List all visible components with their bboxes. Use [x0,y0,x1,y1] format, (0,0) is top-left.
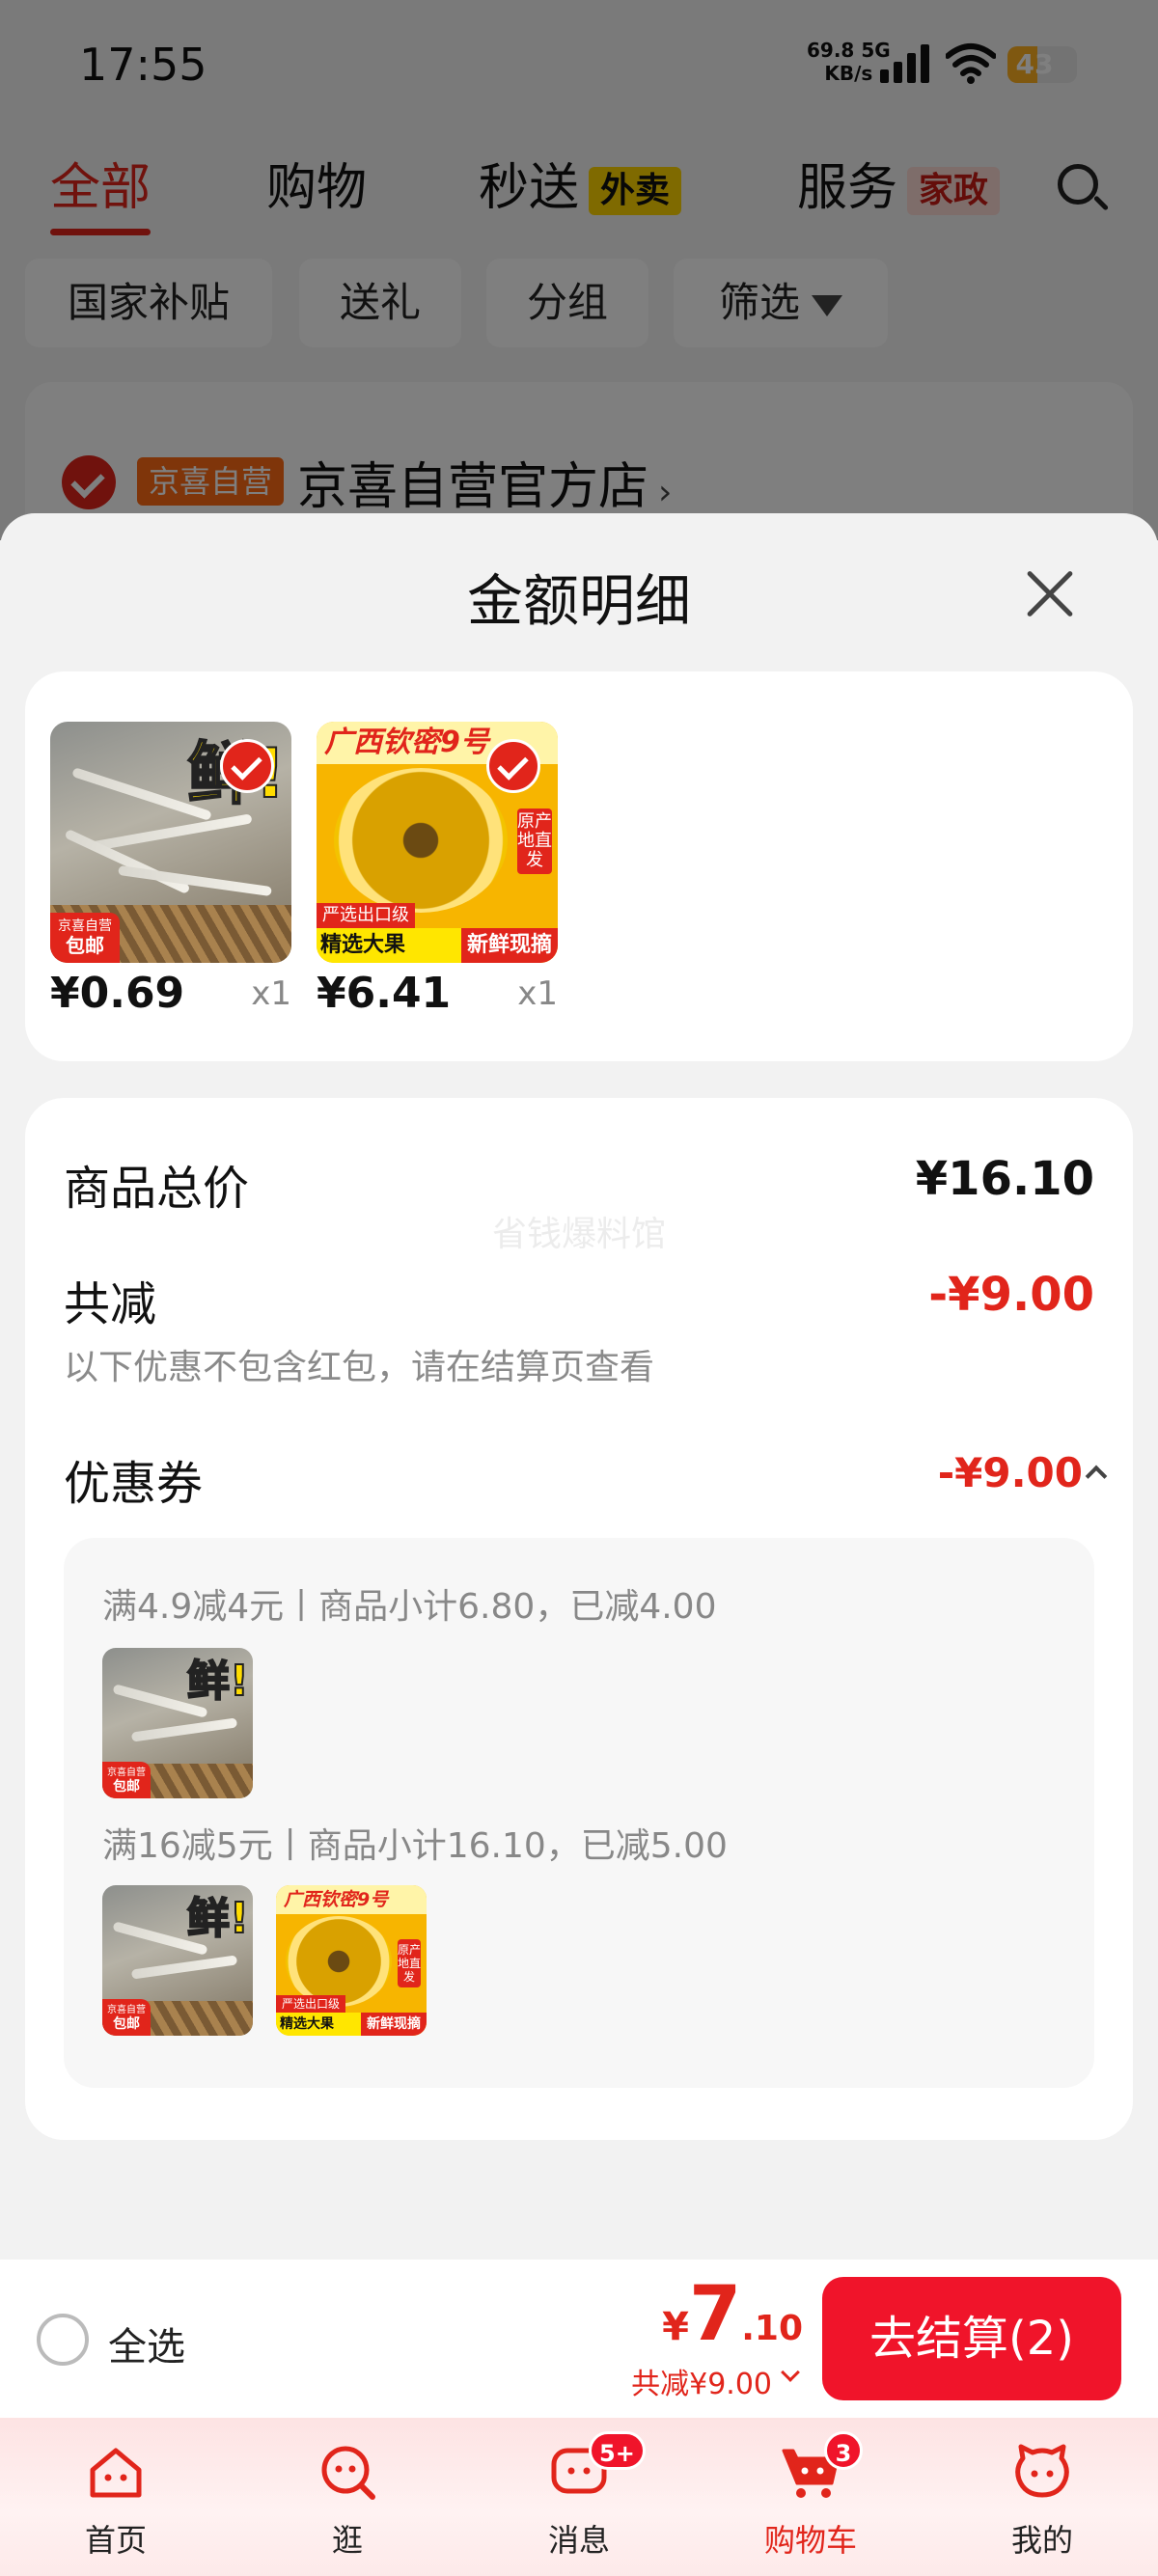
discount-note: 以下优惠不包含红包，请在结算页查看 [64,1348,655,1387]
free-shipping-text: 包邮 [113,1779,140,1795]
product-checkbox[interactable] [486,739,540,793]
product-quantity: x1 [251,974,291,1013]
checkout-button[interactable]: 去结算(2) [822,2277,1121,2400]
product-banner-title: 广西钦密9号 [276,1885,427,1914]
product-quantity: x1 [517,974,558,1013]
fresh-picked-label: 新鲜现摘 [460,928,558,963]
cart-badge: 3 [824,2431,863,2470]
tab-home[interactable]: 首页 [0,2418,232,2576]
price-decimal: .10 [741,2309,803,2348]
price-integer: 7 [688,2271,742,2358]
total-discount-label: 共减 [64,1277,157,1331]
coupon-product-thumb: 广西钦密9号 原产地直发 严选出口级 精选大果 新鲜现摘 [276,1885,427,2036]
total-discount-value: -¥9.00 [928,1268,1094,1322]
chevron-down-icon[interactable] [781,2363,800,2382]
sheet-title: 金额明细 [466,568,691,634]
home-icon [90,2448,142,2498]
profile-icon [1015,2444,1069,2498]
fresh-label: 鲜! [186,1656,250,1707]
origin-direct-label: 原产地直发 [517,808,552,874]
self-operated-tag: 京喜自营 包邮 [102,1999,151,2036]
total-price-value: ¥16.10 [915,1152,1094,1206]
chevron-up-icon[interactable] [1085,1465,1108,1488]
checkout-discount[interactable]: 共减¥9.00 [631,2360,772,2402]
amount-detail-sheet: 金额明细 鲜! 京喜自营 包邮 ¥0.69 x1 广西 [0,513,1158,2260]
tab-explore[interactable]: 逛 [232,2418,463,2576]
product-price: ¥0.69 [50,969,185,1018]
coupon-product-thumb: 鲜! 京喜自营 包邮 [102,1648,253,1798]
checkout-total: ¥7.10 [662,2271,803,2358]
coupon-rule: 满4.9减4元丨商品小计6.80，已减4.00 [102,1587,717,1627]
bottom-tab-bar: 首页 逛 5+ 消息 3 购物车 我的 [0,2418,1158,2576]
coupon-value-toggle[interactable]: -¥9.00 [938,1449,1083,1496]
coupon-detail-box: 满4.9减4元丨商品小计6.80，已减4.00 鲜! 京喜自营 包邮 满16减5元… [64,1538,1094,2088]
product-image-dried-fish: 鲜! 京喜自营 包邮 [50,722,291,963]
free-shipping-text: 包邮 [113,2016,140,2032]
currency-symbol: ¥ [662,2305,689,2349]
close-icon[interactable] [1023,567,1077,621]
origin-direct-label: 原产地直发 [398,1939,421,1987]
fresh-label: 鲜! [186,1893,250,1944]
price-summary-card: 省钱爆料馆 商品总价 ¥16.10 共减 -¥9.00 以下优惠不包含红包，请在… [25,1098,1133,2140]
export-grade-label: 严选出口级 [317,903,415,928]
product-price: ¥6.41 [317,969,452,1018]
fresh-picked-label: 新鲜现摘 [361,2013,427,2036]
product-image-passion-fruit: 广西钦密9号 原产地直发 严选出口级 精选大果 新鲜现摘 [317,722,558,963]
total-price-label: 商品总价 [64,1162,250,1216]
selected-products-card: 鲜! 京喜自营 包邮 ¥0.69 x1 广西钦密9号 原产地直发 严选出口级 精… [25,671,1133,1061]
checkout-bar: 全选 ¥7.10 共减¥9.00 去结算(2) [0,2260,1158,2418]
tab-label: 我的 [1010,2522,1073,2559]
tab-messages[interactable]: 5+ 消息 [463,2418,695,2576]
free-shipping-text: 包邮 [66,934,104,957]
tab-label: 逛 [331,2522,363,2559]
select-all-label[interactable]: 全选 [108,2316,185,2371]
coupon-product-thumb: 鲜! 京喜自营 包邮 [102,1885,253,2036]
self-operated-tag: 京喜自营 包邮 [102,1762,151,1798]
modal-overlay[interactable] [0,0,1158,540]
tab-label: 消息 [547,2522,610,2559]
product-checkbox[interactable] [220,739,274,793]
product-item[interactable]: 广西钦密9号 原产地直发 严选出口级 精选大果 新鲜现摘 ¥6.41 x1 [317,722,558,1018]
large-fruit-label: 精选大果 [320,933,406,957]
tab-cart[interactable]: 3 购物车 [695,2418,926,2576]
large-fruit-label: 精选大果 [280,2016,334,2032]
self-operated-tag-top: 京喜自营 [58,918,112,934]
self-operated-tag-top: 京喜自营 [107,1768,146,1778]
messages-badge: 5+ [589,2431,646,2470]
self-operated-tag: 京喜自营 包邮 [50,913,120,963]
explore-icon [321,2446,375,2500]
tab-me[interactable]: 我的 [926,2418,1158,2576]
self-operated-tag-top: 京喜自营 [107,2005,146,2015]
coupon-rule: 满16减5元丨商品小计16.10，已减5.00 [102,1826,728,1866]
export-grade-label: 严选出口级 [276,1995,346,2013]
product-item[interactable]: 鲜! 京喜自营 包邮 ¥0.69 x1 [50,722,291,1018]
coupon-label: 优惠券 [64,1457,204,1511]
tab-label: 首页 [84,2522,147,2559]
tab-label: 购物车 [763,2522,857,2559]
select-all-checkbox[interactable] [37,2314,89,2366]
